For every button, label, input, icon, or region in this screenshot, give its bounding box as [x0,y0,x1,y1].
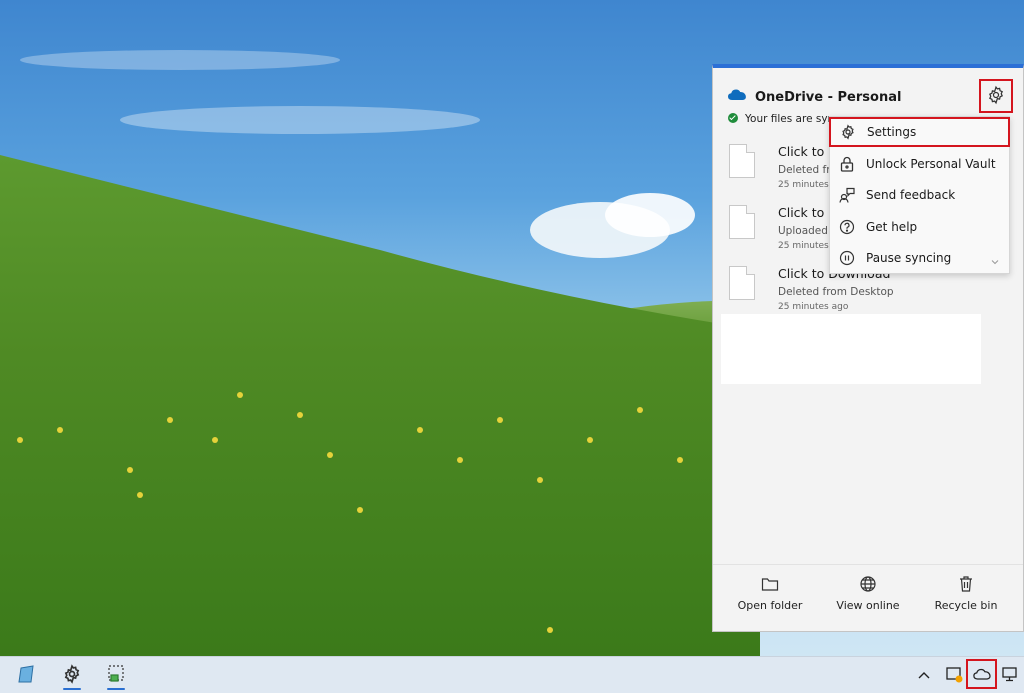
menu-label: Pause syncing [866,251,952,265]
onedrive-title: OneDrive - Personal [755,90,902,105]
file-icon [729,266,755,300]
show-hidden-icons-button[interactable] [912,663,936,687]
file-action: Deleted from Desktop [778,286,894,298]
menu-label: Send feedback [866,188,956,202]
view-online-button[interactable]: View online [823,573,913,621]
recycle-bin-button[interactable]: Recycle bin [921,573,1011,621]
menu-item-unlock-vault[interactable]: Unlock Personal Vault [830,149,1009,179]
menu-label: Unlock Personal Vault [866,157,996,171]
gear-icon [839,123,857,141]
synced-check-icon [728,113,738,123]
menu-item-settings[interactable]: Settings [829,117,1010,147]
settings-dropdown-menu: Settings Unlock Personal Vault Send feed… [829,116,1010,274]
flyout-footer: Open folder View online Recycle bin [713,564,1023,633]
gear-icon [62,663,82,687]
view-online-label: View online [836,599,900,612]
taskbar-app-snipping-tool[interactable] [101,660,131,690]
file-icon [729,144,755,178]
lock-icon [838,155,856,173]
file-icon [729,205,755,239]
taskbar [0,656,1024,693]
chevron-up-icon [918,668,930,682]
globe-icon [823,573,913,595]
menu-label: Get help [866,220,918,234]
tray-security-icon-button[interactable] [942,663,966,687]
trash-icon [921,573,1011,595]
feedback-icon [838,186,856,204]
notepad-icon [17,664,37,687]
menu-item-get-help[interactable]: Get help [830,212,1009,242]
menu-item-pause-syncing[interactable]: Pause syncing [830,243,1009,273]
taskbar-app-settings[interactable] [57,660,87,690]
chevron-down-icon [991,254,999,268]
menu-item-send-feedback[interactable]: Send feedback [830,180,1009,210]
active-indicator [107,688,125,690]
help-settings-button[interactable] [979,79,1013,113]
active-indicator [63,688,81,690]
sync-status-text: Your files are synced [745,113,835,125]
highlight-box-tray-onedrive [966,659,997,689]
tray-network-button[interactable] [998,663,1022,687]
recycle-bin-label: Recycle bin [934,599,998,612]
menu-label: Settings [867,125,917,139]
taskbar-app-notepad[interactable] [12,660,42,690]
pause-icon [838,249,856,267]
snipping-tool-icon [106,664,126,687]
open-folder-label: Open folder [737,599,803,612]
folder-icon [725,573,815,595]
gear-icon [986,85,1006,108]
blank-panel [721,314,981,384]
help-icon [838,218,856,236]
file-time: 25 minutes ago [778,302,849,312]
network-monitor-icon [1001,665,1019,686]
shield-alert-icon [945,665,963,686]
open-folder-button[interactable]: Open folder [725,573,815,621]
onedrive-cloud-icon [727,88,747,104]
